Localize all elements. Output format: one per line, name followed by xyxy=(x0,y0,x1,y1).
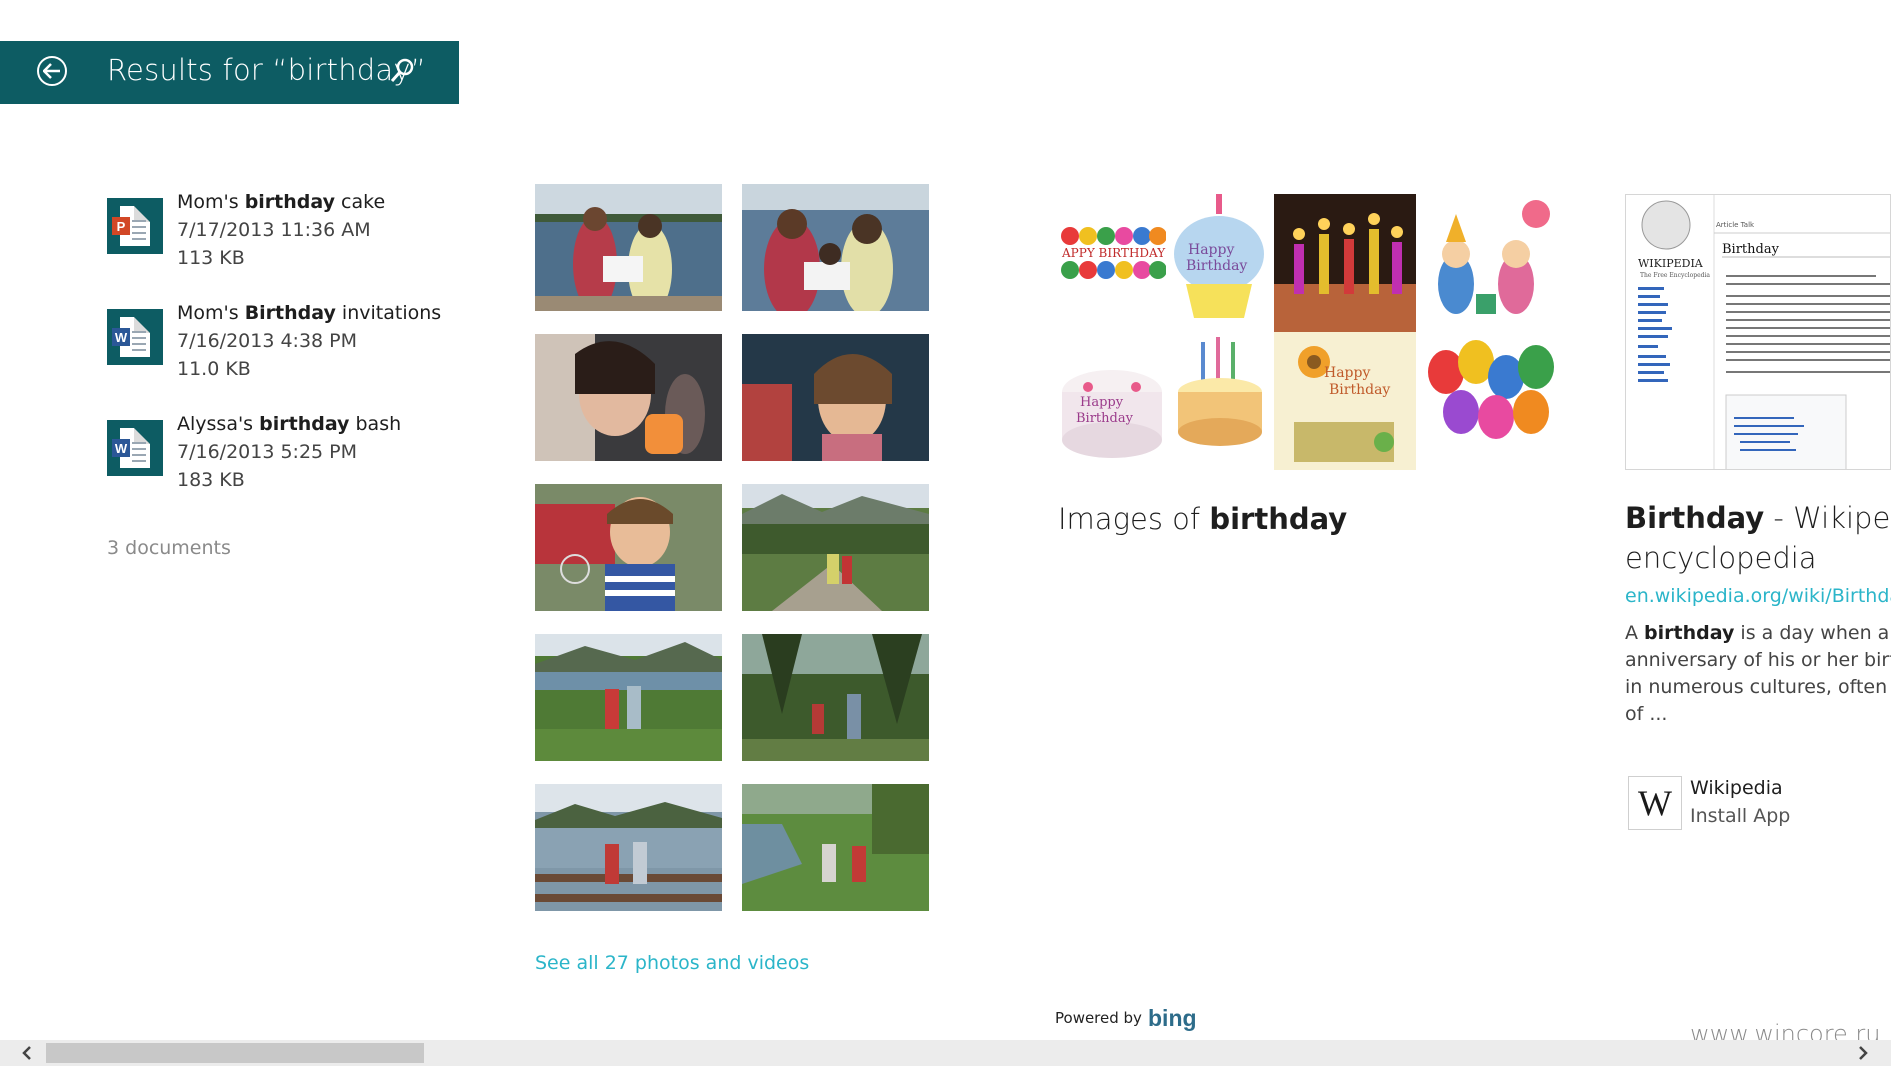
birthday-image: Happy Birthday xyxy=(1058,332,1166,470)
document-size: 113 KB xyxy=(177,247,245,269)
photo-thumbnail[interactable] xyxy=(535,784,722,911)
chevron-right-icon[interactable] xyxy=(1850,1040,1876,1066)
wikipedia-url-link[interactable]: en.wikipedia.org/wiki/Birthday xyxy=(1625,585,1891,607)
document-date: 7/16/2013 4:38 PM xyxy=(177,330,358,352)
svg-text:Happy: Happy xyxy=(1080,395,1124,410)
photo-thumbnail[interactable] xyxy=(742,184,929,311)
powered-by-label: Powered by xyxy=(1055,1009,1142,1027)
wikipedia-result-title[interactable]: Birthday - Wikipedia, encyclopedia xyxy=(1625,498,1891,578)
birthday-image xyxy=(1416,194,1558,332)
document-size: 11.0 KB xyxy=(177,358,251,380)
search-header: Results for “birthday” xyxy=(0,41,459,104)
photo-thumbnail[interactable] xyxy=(742,334,929,461)
bing-logo: bing xyxy=(1148,1005,1197,1031)
birthday-image xyxy=(1274,194,1416,332)
powerpoint-file-icon: P xyxy=(107,198,163,254)
see-all-photos-link[interactable]: See all 27 photos and videos xyxy=(535,952,809,974)
scroll-thumb[interactable] xyxy=(46,1043,424,1063)
word-file-icon: W xyxy=(107,420,163,476)
birthday-image xyxy=(1166,332,1274,470)
images-of-birthday-link[interactable]: Images of birthday xyxy=(1058,502,1347,536)
wikipedia-snippet: A birthday is a day when a pe anniversar… xyxy=(1625,622,1891,725)
svg-text:Happy: Happy xyxy=(1188,242,1234,258)
photo-thumbnail[interactable] xyxy=(742,484,929,611)
wikipedia-page-thumbnail[interactable]: WIKIPEDIA The Free Encyclopedia Article … xyxy=(1625,194,1891,470)
svg-text:Article Talk: Article Talk xyxy=(1716,221,1755,229)
document-item[interactable]: P Mom's birthday cake 7/17/2013 11:36 AM… xyxy=(107,185,447,296)
birthday-image xyxy=(1416,332,1558,470)
svg-text:The Free Encyclopedia: The Free Encyclopedia xyxy=(1640,272,1710,279)
word-file-icon: W xyxy=(107,309,163,365)
search-button[interactable] xyxy=(387,56,417,86)
back-button[interactable] xyxy=(37,56,67,86)
document-name: Alyssa's birthday bash xyxy=(177,413,402,435)
chevron-left-icon[interactable] xyxy=(14,1040,40,1066)
svg-text:Birthday: Birthday xyxy=(1329,382,1390,398)
install-app-label: Install App xyxy=(1690,805,1791,827)
photo-thumbnail[interactable] xyxy=(535,484,722,611)
app-name: Wikipedia xyxy=(1690,777,1783,799)
document-name: Mom's Birthday invitations xyxy=(177,302,442,324)
bing-images-collage[interactable]: APPY BIRTHDAY Happy Birthday Happy Birthda… xyxy=(1058,194,1558,470)
birthday-image: Happy Birthday xyxy=(1274,332,1416,470)
photo-thumbnail[interactable] xyxy=(535,634,722,761)
birthday-image: APPY BIRTHDAY xyxy=(1058,194,1166,318)
photo-thumbnail[interactable] xyxy=(742,784,929,911)
document-count: 3 documents xyxy=(107,537,231,559)
search-icon xyxy=(390,58,414,82)
svg-text:Birthday: Birthday xyxy=(1186,258,1247,274)
document-date: 7/17/2013 11:36 AM xyxy=(177,219,371,241)
document-item[interactable]: W Alyssa's birthday bash 7/16/2013 5:25 … xyxy=(107,407,447,518)
back-arrow-icon xyxy=(43,63,60,79)
svg-text:Happy: Happy xyxy=(1324,365,1370,381)
birthday-image: Happy Birthday xyxy=(1166,194,1274,318)
photo-thumbnail[interactable] xyxy=(535,184,722,311)
document-date: 7/16/2013 5:25 PM xyxy=(177,441,358,463)
wikipedia-logo-text: WIKIPEDIA xyxy=(1638,257,1704,270)
svg-text:APPY BIRTHDAY: APPY BIRTHDAY xyxy=(1061,246,1166,260)
document-name: Mom's birthday cake xyxy=(177,191,386,213)
photo-thumbnail[interactable] xyxy=(535,334,722,461)
documents-list: P Mom's birthday cake 7/17/2013 11:36 AM… xyxy=(107,185,447,518)
svg-text:Birthday: Birthday xyxy=(1076,411,1134,426)
document-item[interactable]: W Mom's Birthday invitations 7/16/2013 4… xyxy=(107,296,447,407)
photo-thumbnail[interactable] xyxy=(742,634,929,761)
wikipedia-app-icon: W xyxy=(1628,776,1682,830)
document-size: 183 KB xyxy=(177,469,245,491)
page-title: Results for “birthday” xyxy=(107,53,426,87)
svg-text:Birthday: Birthday xyxy=(1722,242,1780,257)
horizontal-scrollbar[interactable] xyxy=(0,1040,1891,1066)
